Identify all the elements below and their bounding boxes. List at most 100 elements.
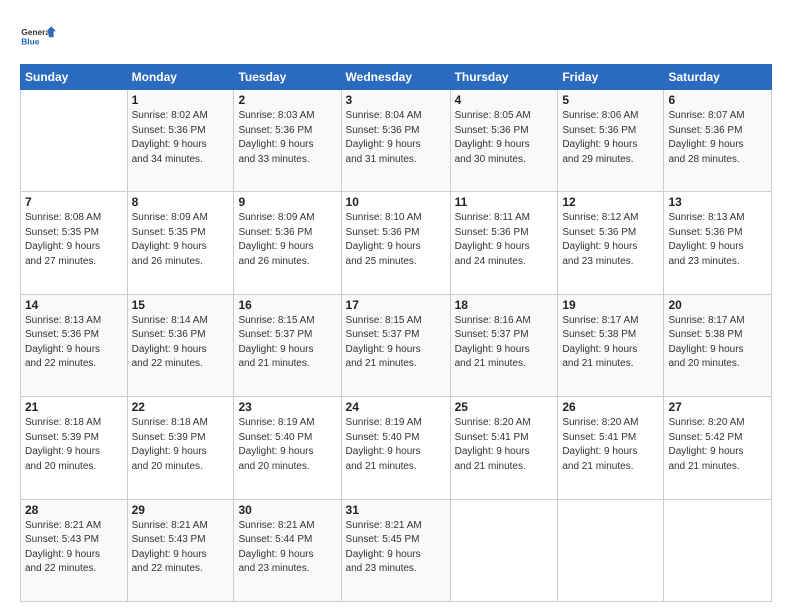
- day-info: Sunrise: 8:12 AMSunset: 5:36 PMDaylight:…: [562, 211, 659, 269]
- day-info: Sunrise: 8:14 AMSunset: 5:36 PMDaylight:…: [132, 314, 230, 372]
- day-info: Sunrise: 8:17 AMSunset: 5:38 PMDaylight:…: [562, 314, 659, 372]
- day-info: Sunrise: 8:13 AMSunset: 5:36 PMDaylight:…: [668, 211, 767, 269]
- day-info: Sunrise: 8:21 AMSunset: 5:45 PMDaylight:…: [346, 519, 446, 577]
- calendar-body: 1 Sunrise: 8:02 AMSunset: 5:36 PMDaylight…: [21, 90, 772, 602]
- calendar-cell: 18 Sunrise: 8:16 AMSunset: 5:37 PMDayligh…: [450, 294, 558, 396]
- day-number: 11: [455, 195, 554, 209]
- day-number: 5: [562, 93, 659, 107]
- calendar-cell: 30 Sunrise: 8:21 AMSunset: 5:44 PMDayligh…: [234, 499, 341, 601]
- day-number: 30: [238, 503, 336, 517]
- day-number: 21: [25, 400, 123, 414]
- week-row-4: 21 Sunrise: 8:18 AMSunset: 5:39 PMDayligh…: [21, 397, 772, 499]
- week-row-5: 28Sunrise: 8:21 AMSunset: 5:43 PMDayligh…: [21, 499, 772, 601]
- day-number: 20: [668, 298, 767, 312]
- calendar-cell: 16Sunrise: 8:15 AMSunset: 5:37 PMDayligh…: [234, 294, 341, 396]
- day-info: Sunrise: 8:08 AMSunset: 5:35 PMDaylight:…: [25, 211, 123, 269]
- calendar-cell: 6 Sunrise: 8:07 AMSunset: 5:36 PMDaylight…: [664, 90, 772, 192]
- day-number: 13: [668, 195, 767, 209]
- calendar-cell: 13 Sunrise: 8:13 AMSunset: 5:36 PMDayligh…: [664, 192, 772, 294]
- calendar-cell: 21 Sunrise: 8:18 AMSunset: 5:39 PMDayligh…: [21, 397, 128, 499]
- calendar-cell: 27Sunrise: 8:20 AMSunset: 5:42 PMDayligh…: [664, 397, 772, 499]
- day-info: Sunrise: 8:21 AMSunset: 5:43 PMDaylight:…: [132, 519, 230, 577]
- day-number: 7: [25, 195, 123, 209]
- calendar-cell: 29Sunrise: 8:21 AMSunset: 5:43 PMDayligh…: [127, 499, 234, 601]
- calendar-cell: [450, 499, 558, 601]
- header: General Blue: [20, 18, 772, 54]
- day-number: 3: [346, 93, 446, 107]
- day-info: Sunrise: 8:19 AMSunset: 5:40 PMDaylight:…: [238, 416, 336, 474]
- col-header-monday: Monday: [127, 65, 234, 90]
- calendar-cell: 11 Sunrise: 8:11 AMSunset: 5:36 PMDayligh…: [450, 192, 558, 294]
- calendar-cell: 22 Sunrise: 8:18 AMSunset: 5:39 PMDayligh…: [127, 397, 234, 499]
- calendar-cell: [558, 499, 664, 601]
- calendar-cell: 23 Sunrise: 8:19 AMSunset: 5:40 PMDayligh…: [234, 397, 341, 499]
- week-row-2: 7 Sunrise: 8:08 AMSunset: 5:35 PMDaylight…: [21, 192, 772, 294]
- day-number: 12: [562, 195, 659, 209]
- calendar-cell: 31 Sunrise: 8:21 AMSunset: 5:45 PMDayligh…: [341, 499, 450, 601]
- day-number: 14: [25, 298, 123, 312]
- calendar-cell: 3 Sunrise: 8:04 AMSunset: 5:36 PMDaylight…: [341, 90, 450, 192]
- col-header-wednesday: Wednesday: [341, 65, 450, 90]
- day-number: 1: [132, 93, 230, 107]
- week-row-1: 1 Sunrise: 8:02 AMSunset: 5:36 PMDaylight…: [21, 90, 772, 192]
- calendar-cell: [664, 499, 772, 601]
- logo-svg: General Blue: [20, 18, 56, 54]
- calendar-cell: 8 Sunrise: 8:09 AMSunset: 5:35 PMDaylight…: [127, 192, 234, 294]
- day-info: Sunrise: 8:13 AMSunset: 5:36 PMDaylight:…: [25, 314, 123, 372]
- header-row: SundayMondayTuesdayWednesdayThursdayFrid…: [21, 65, 772, 90]
- calendar-header: SundayMondayTuesdayWednesdayThursdayFrid…: [21, 65, 772, 90]
- calendar-cell: 2 Sunrise: 8:03 AMSunset: 5:36 PMDaylight…: [234, 90, 341, 192]
- calendar-cell: 28Sunrise: 8:21 AMSunset: 5:43 PMDayligh…: [21, 499, 128, 601]
- calendar-cell: 17Sunrise: 8:15 AMSunset: 5:37 PMDayligh…: [341, 294, 450, 396]
- calendar-cell: 24 Sunrise: 8:19 AMSunset: 5:40 PMDayligh…: [341, 397, 450, 499]
- col-header-saturday: Saturday: [664, 65, 772, 90]
- calendar-cell: 7 Sunrise: 8:08 AMSunset: 5:35 PMDaylight…: [21, 192, 128, 294]
- day-info: Sunrise: 8:07 AMSunset: 5:36 PMDaylight:…: [668, 109, 767, 167]
- day-number: 18: [455, 298, 554, 312]
- day-info: Sunrise: 8:09 AMSunset: 5:36 PMDaylight:…: [238, 211, 336, 269]
- day-number: 8: [132, 195, 230, 209]
- calendar-cell: 14 Sunrise: 8:13 AMSunset: 5:36 PMDayligh…: [21, 294, 128, 396]
- col-header-thursday: Thursday: [450, 65, 558, 90]
- day-number: 10: [346, 195, 446, 209]
- day-info: Sunrise: 8:10 AMSunset: 5:36 PMDaylight:…: [346, 211, 446, 269]
- day-info: Sunrise: 8:18 AMSunset: 5:39 PMDaylight:…: [25, 416, 123, 474]
- day-number: 23: [238, 400, 336, 414]
- day-number: 26: [562, 400, 659, 414]
- day-info: Sunrise: 8:21 AMSunset: 5:44 PMDaylight:…: [238, 519, 336, 577]
- day-info: Sunrise: 8:18 AMSunset: 5:39 PMDaylight:…: [132, 416, 230, 474]
- day-info: Sunrise: 8:20 AMSunset: 5:41 PMDaylight:…: [562, 416, 659, 474]
- calendar-cell: 12 Sunrise: 8:12 AMSunset: 5:36 PMDayligh…: [558, 192, 664, 294]
- week-row-3: 14 Sunrise: 8:13 AMSunset: 5:36 PMDayligh…: [21, 294, 772, 396]
- day-info: Sunrise: 8:19 AMSunset: 5:40 PMDaylight:…: [346, 416, 446, 474]
- day-info: Sunrise: 8:16 AMSunset: 5:37 PMDaylight:…: [455, 314, 554, 372]
- calendar-cell: 19Sunrise: 8:17 AMSunset: 5:38 PMDayligh…: [558, 294, 664, 396]
- calendar-cell: 25Sunrise: 8:20 AMSunset: 5:41 PMDayligh…: [450, 397, 558, 499]
- day-number: 25: [455, 400, 554, 414]
- day-info: Sunrise: 8:03 AMSunset: 5:36 PMDaylight:…: [238, 109, 336, 167]
- calendar-cell: 9Sunrise: 8:09 AMSunset: 5:36 PMDaylight…: [234, 192, 341, 294]
- calendar-cell: 4Sunrise: 8:05 AMSunset: 5:36 PMDaylight…: [450, 90, 558, 192]
- day-info: Sunrise: 8:20 AMSunset: 5:42 PMDaylight:…: [668, 416, 767, 474]
- day-info: Sunrise: 8:15 AMSunset: 5:37 PMDaylight:…: [238, 314, 336, 372]
- page: General Blue SundayMondayTuesdayWednesda…: [0, 0, 792, 612]
- day-info: Sunrise: 8:21 AMSunset: 5:43 PMDaylight:…: [25, 519, 123, 577]
- day-number: 22: [132, 400, 230, 414]
- day-info: Sunrise: 8:02 AMSunset: 5:36 PMDaylight:…: [132, 109, 230, 167]
- col-header-friday: Friday: [558, 65, 664, 90]
- calendar-table: SundayMondayTuesdayWednesdayThursdayFrid…: [20, 64, 772, 602]
- calendar-cell: [21, 90, 128, 192]
- day-number: 31: [346, 503, 446, 517]
- day-number: 6: [668, 93, 767, 107]
- day-info: Sunrise: 8:06 AMSunset: 5:36 PMDaylight:…: [562, 109, 659, 167]
- day-number: 15: [132, 298, 230, 312]
- day-number: 24: [346, 400, 446, 414]
- day-info: Sunrise: 8:11 AMSunset: 5:36 PMDaylight:…: [455, 211, 554, 269]
- calendar-cell: 5 Sunrise: 8:06 AMSunset: 5:36 PMDaylight…: [558, 90, 664, 192]
- calendar-cell: 10 Sunrise: 8:10 AMSunset: 5:36 PMDayligh…: [341, 192, 450, 294]
- svg-text:Blue: Blue: [21, 36, 40, 46]
- day-info: Sunrise: 8:05 AMSunset: 5:36 PMDaylight:…: [455, 109, 554, 167]
- day-info: Sunrise: 8:04 AMSunset: 5:36 PMDaylight:…: [346, 109, 446, 167]
- day-number: 2: [238, 93, 336, 107]
- day-info: Sunrise: 8:09 AMSunset: 5:35 PMDaylight:…: [132, 211, 230, 269]
